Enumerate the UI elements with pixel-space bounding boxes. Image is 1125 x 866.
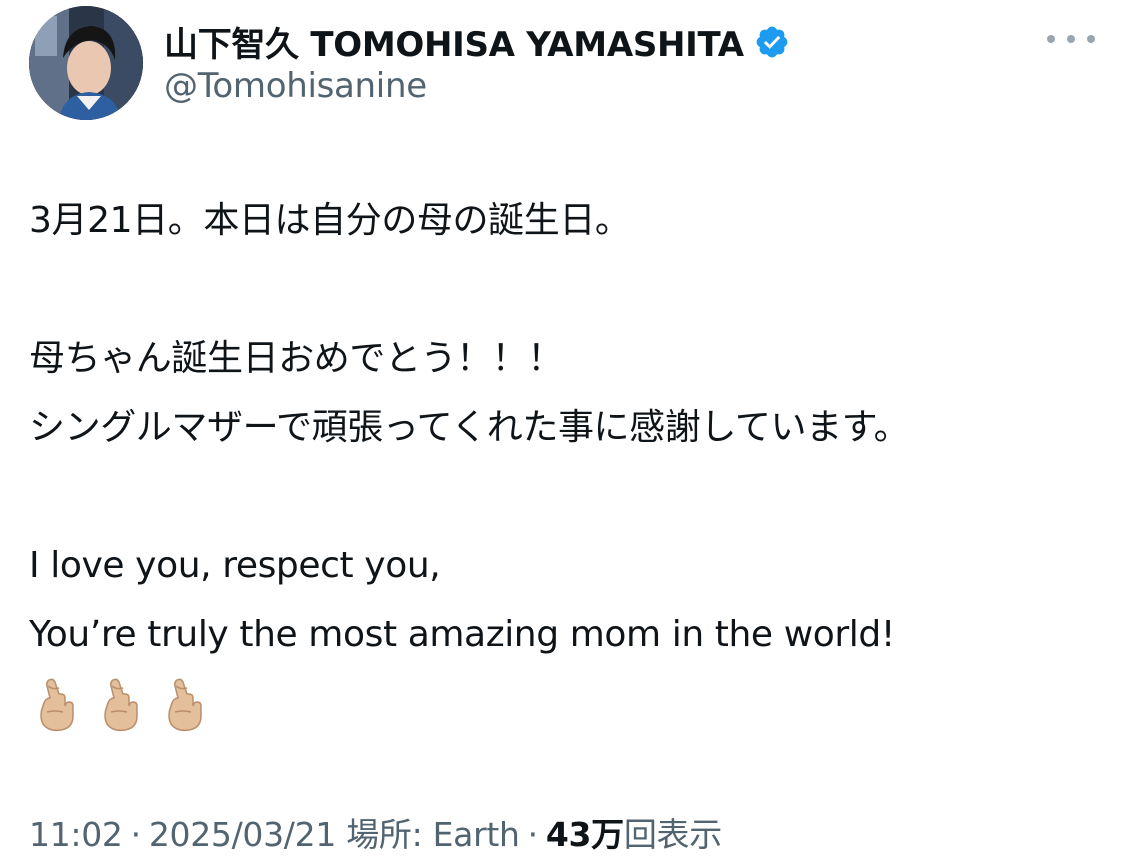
finger-heart-hand-icon <box>40 678 74 731</box>
meta-separator: · <box>527 815 539 854</box>
tweet-line: シングルマザーで頑張ってくれた事に感謝しています。 <box>29 407 910 448</box>
views-count[interactable]: 43万 <box>546 815 624 854</box>
more-horizontal-icon <box>1087 35 1095 43</box>
display-name-text: 山下智久 TOMOHISA YAMASHITA <box>164 25 744 65</box>
tweet-location: 場所: Earth <box>346 815 520 854</box>
display-name[interactable]: 山下智久 TOMOHISA YAMASHITA <box>164 17 790 66</box>
finger-heart-hand-icon <box>104 678 138 731</box>
tweet-text: 3月21日。本日は自分の母の誕生日。 母ちゃん誕生日おめでとう！！！ シングルマ… <box>29 186 1099 738</box>
tweet-time[interactable]: 11:02 <box>29 815 123 854</box>
tweet-meta: 11:02 · 2025/03/21 場所: Earth · 43万回表示 <box>29 808 722 856</box>
tweet-card: 山下智久 TOMOHISA YAMASHITA @Tomohisanine 3月… <box>0 0 1125 866</box>
more-horizontal-icon <box>1047 35 1055 43</box>
tweet-line: 母ちゃん誕生日おめでとう！！！ <box>29 338 564 379</box>
views-label: 回表示 <box>623 815 722 854</box>
tweet-line: You’re truly the most amazing mom in the… <box>29 614 895 655</box>
tweet-line: I love you, respect you, <box>29 545 441 586</box>
avatar[interactable] <box>29 6 143 120</box>
tweet-date[interactable]: 2025/03/21 <box>149 815 337 854</box>
handle[interactable]: @Tomohisanine <box>164 66 427 106</box>
meta-separator: · <box>130 815 142 854</box>
more-horizontal-icon <box>1067 35 1075 43</box>
avatar-image <box>29 6 143 120</box>
finger-heart-hand-icon <box>168 678 202 731</box>
more-options-button[interactable] <box>1047 24 1095 54</box>
tweet-line: 3月21日。本日は自分の母の誕生日。 <box>29 200 631 241</box>
verified-badge-icon <box>756 26 788 57</box>
emoji-row <box>29 669 1099 738</box>
